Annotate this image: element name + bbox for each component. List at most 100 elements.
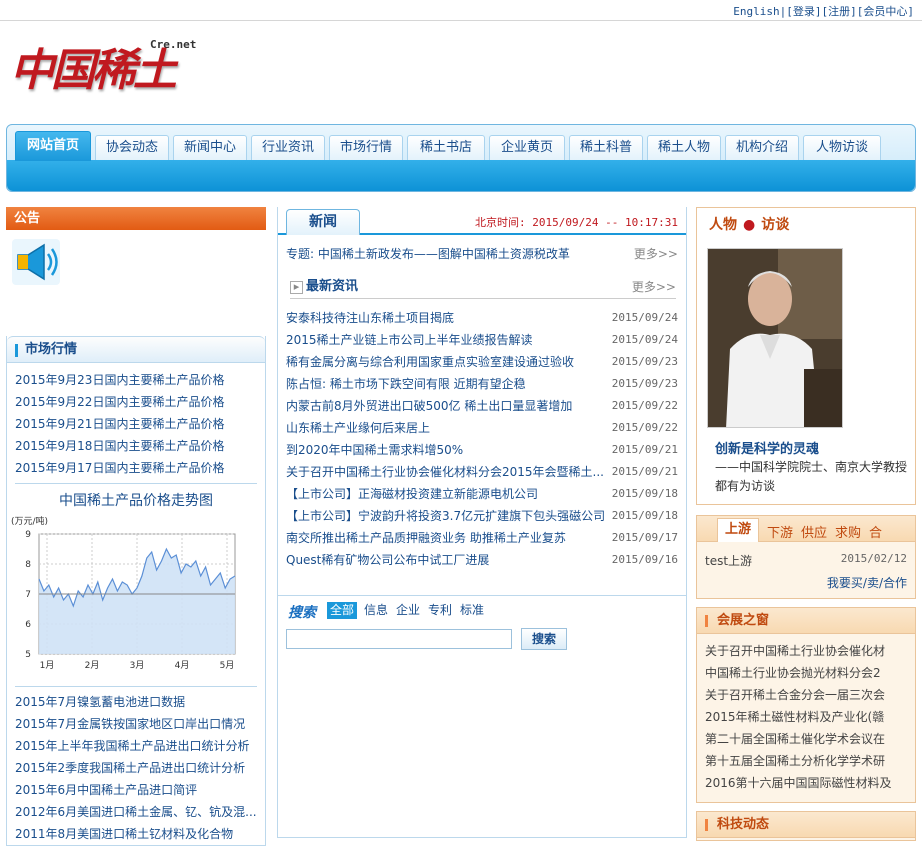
news-date: 2015/09/16 — [611, 553, 678, 566]
list-item[interactable]: 2015年7月镍氢蓄电池进口数据 — [15, 691, 257, 713]
more-link[interactable]: 更多>> — [632, 277, 676, 297]
person-photo[interactable] — [707, 248, 843, 428]
list-item[interactable]: 中国稀土行业协会抛光材料分会2 — [697, 662, 915, 684]
list-item[interactable]: 2015年9月22日国内主要稀土产品价格 — [15, 391, 257, 413]
list-item[interactable]: 第二十届全国稀土催化学术会议在 — [697, 728, 915, 750]
dot-icon: ● — [743, 217, 756, 233]
news-date: 2015/09/18 — [611, 487, 678, 500]
nav-science[interactable]: 稀土科普 — [569, 135, 643, 160]
news-link[interactable]: 南交所推出稀土产品质押融资业务 助推稀土产业复苏 — [286, 527, 606, 549]
news-header: 新闻 北京时间: 2015/09/24 -- 10:17:31 — [278, 207, 686, 235]
top-bar: English|[登录][注册][会员中心] — [0, 0, 922, 21]
logo-domain: Cre.net — [150, 38, 197, 51]
nav-market[interactable]: 市场行情 — [329, 135, 403, 160]
list-item[interactable]: 第十五届全国稀土分析化学学术研 — [697, 750, 915, 772]
search-input[interactable] — [286, 629, 512, 649]
list-item[interactable]: 2015年2季度我国稀土产品进出口统计分析 — [15, 757, 257, 779]
nav-news[interactable]: 新闻中心 — [173, 135, 247, 160]
news-column: 新闻 北京时间: 2015/09/24 -- 10:17:31 专题: 中国稀土… — [277, 207, 687, 838]
tab-cooperate[interactable]: 合 — [869, 522, 882, 541]
title-interview: 访谈 — [761, 217, 790, 233]
english-link[interactable]: English — [733, 5, 779, 18]
news-link[interactable]: 关于召开中国稀土行业协会催化材料分会2015年会暨稀土... — [286, 461, 606, 483]
trade-box: 上游 下游 供应 求购 合 test上游 2015/02/12 我要买/卖/合作 — [696, 515, 916, 599]
nav-industry[interactable]: 行业资讯 — [251, 135, 325, 160]
member-center-link[interactable]: [会员中心] — [857, 5, 914, 18]
trade-item[interactable]: test上游 — [705, 552, 752, 569]
news-link[interactable]: 到2020年中国稀土需求料增50% — [286, 439, 606, 461]
list-item[interactable]: 关于召开中国稀土行业协会催化材 — [697, 640, 915, 662]
more-link[interactable]: 更多>> — [634, 243, 678, 265]
news-link[interactable]: 安泰科技待注山东稀土项目揭底 — [286, 307, 606, 329]
news-date: 2015/09/23 — [611, 355, 678, 368]
register-link[interactable]: [注册] — [822, 5, 857, 18]
market-panel: 市场行情 2015年9月23日国内主要稀土产品价格 2015年9月22日国内主要… — [6, 336, 266, 846]
tab-news[interactable]: 新闻 — [286, 209, 360, 235]
list-item[interactable]: 2015年9月17日国内主要稀土产品价格 — [15, 457, 257, 479]
list-item[interactable]: 2015年稀土磁性材料及产业化(赣 — [697, 706, 915, 728]
nav-home[interactable]: 网站首页 — [15, 131, 91, 161]
x-tick-label: 4月 — [175, 660, 190, 671]
news-date: 2015/09/18 — [611, 509, 678, 522]
tab-downstream[interactable]: 下游 — [767, 522, 793, 541]
site-logo[interactable]: 中国稀土 Cre.net — [10, 34, 210, 114]
news-row: 内蒙古前8月外贸进出口破500亿 稀土出口量显著增加 2015/09/22 — [286, 395, 678, 417]
news-row: 【上市公司】宁波韵升将投资3.7亿元扩建旗下包头强磁公司 2015/09/18 — [286, 505, 678, 527]
interview-headline[interactable]: 创新是科学的灵魂 — [715, 438, 819, 457]
y-tick-label: 8 — [25, 560, 31, 570]
nav-bookstore[interactable]: 稀土书店 — [407, 135, 485, 160]
news-link[interactable]: Quest稀有矿物公司公布中试工厂进展 — [286, 549, 606, 571]
news-link[interactable]: 内蒙古前8月外贸进出口破500亿 稀土出口量显著增加 — [286, 395, 606, 417]
y-tick-label: 9 — [25, 530, 31, 540]
nav-people[interactable]: 稀土人物 — [647, 135, 721, 160]
news-date: 2015/09/22 — [611, 421, 678, 434]
list-item[interactable]: 2016第十六届中国国际磁性材料及 — [697, 772, 915, 794]
tab-supply[interactable]: 供应 — [801, 522, 827, 541]
divider — [15, 483, 257, 484]
list-item[interactable]: 关于召开稀土合金分会一届三次会 — [697, 684, 915, 706]
news-date: 2015/09/17 — [611, 531, 678, 544]
search-tab-company[interactable]: 企业 — [393, 602, 423, 619]
list-item[interactable]: 2011年8月美国进口稀土钇材料及化合物 — [15, 823, 257, 845]
search-tab-info[interactable]: 信息 — [361, 602, 391, 619]
topic-row: 专题: 中国稀土新政发布——图解中国稀土资源税改革 更多>> — [286, 243, 678, 265]
news-link[interactable]: 【上市公司】正海磁材投资建立新能源电机公司 — [286, 483, 606, 505]
list-item[interactable]: 2015年上半年我国稀土产品进出口统计分析 — [15, 735, 257, 757]
news-date: 2015/09/24 — [611, 311, 678, 324]
nav-interview[interactable]: 人物访谈 — [803, 135, 881, 160]
tab-upstream[interactable]: 上游 — [717, 518, 759, 542]
nav-about[interactable]: 机构介绍 — [725, 135, 799, 160]
interview-title: 人物 ● 访谈 — [709, 214, 789, 234]
nav-yellowpages[interactable]: 企业黄页 — [489, 135, 565, 160]
news-link[interactable]: 稀有金属分离与综合利用国家重点实验室建设通过验收 — [286, 351, 606, 373]
title-people: 人物 — [709, 217, 737, 233]
list-item[interactable]: 2012年6月美国进口稀土金属、钇、钪及混... — [15, 801, 257, 823]
list-item[interactable]: 2015年9月21日国内主要稀土产品价格 — [15, 413, 257, 435]
news-link[interactable]: 【上市公司】宁波韵升将投资3.7亿元扩建旗下包头强磁公司 — [286, 505, 606, 527]
topic-link[interactable]: 专题: 中国稀土新政发布——图解中国稀土资源税改革 — [286, 243, 626, 265]
news-link[interactable]: 陈占恒: 稀土市场下跌空间有限 近期有望企稳 — [286, 373, 606, 395]
news-link[interactable]: 2015稀土产业链上市公司上半年业绩报告解读 — [286, 329, 606, 351]
news-row: 到2020年中国稀土需求料增50% 2015/09/21 — [286, 439, 678, 461]
expo-box: 会展之窗 关于召开中国稀土行业协会催化材 中国稀土行业协会抛光材料分会2 关于召… — [696, 607, 916, 803]
tab-demand[interactable]: 求购 — [835, 522, 861, 541]
login-link[interactable]: [登录] — [786, 5, 821, 18]
search-tab-standard[interactable]: 标准 — [457, 602, 487, 619]
news-date: 2015/09/23 — [611, 377, 678, 390]
price-chart: (万元/吨) 9 8 7 6 5 1月 2月 3月 4月 5月 — [11, 515, 236, 671]
trade-link[interactable]: 我要买/卖/合作 — [827, 574, 907, 591]
notice-title: 公告 — [6, 207, 266, 230]
interview-box: 人物 ● 访谈 创新是科学的灵魂 ——中国科学院院士、南京大学教授都有为访谈 — [696, 207, 916, 505]
news-link[interactable]: 山东稀土产业缘何后来居上 — [286, 417, 606, 439]
search-button[interactable]: 搜索 — [521, 628, 567, 650]
news-date: 2015/09/21 — [611, 443, 678, 456]
list-item[interactable]: 2015年7月金属铁按国家地区口岸出口情况 — [15, 713, 257, 735]
list-item[interactable]: 2015年9月23日国内主要稀土产品价格 — [15, 369, 257, 391]
search-tab-all[interactable]: 全部 — [327, 602, 358, 619]
list-item[interactable]: 2015年9月18日国内主要稀土产品价格 — [15, 435, 257, 457]
nav-association[interactable]: 协会动态 — [95, 135, 169, 160]
list-item[interactable]: 2015年6月中国稀土产品进口简评 — [15, 779, 257, 801]
expo-title: 会展之窗 — [697, 608, 915, 634]
news-row: 南交所推出稀土产品质押融资业务 助推稀土产业复苏 2015/09/17 — [286, 527, 678, 549]
search-tab-patent[interactable]: 专利 — [425, 602, 455, 619]
